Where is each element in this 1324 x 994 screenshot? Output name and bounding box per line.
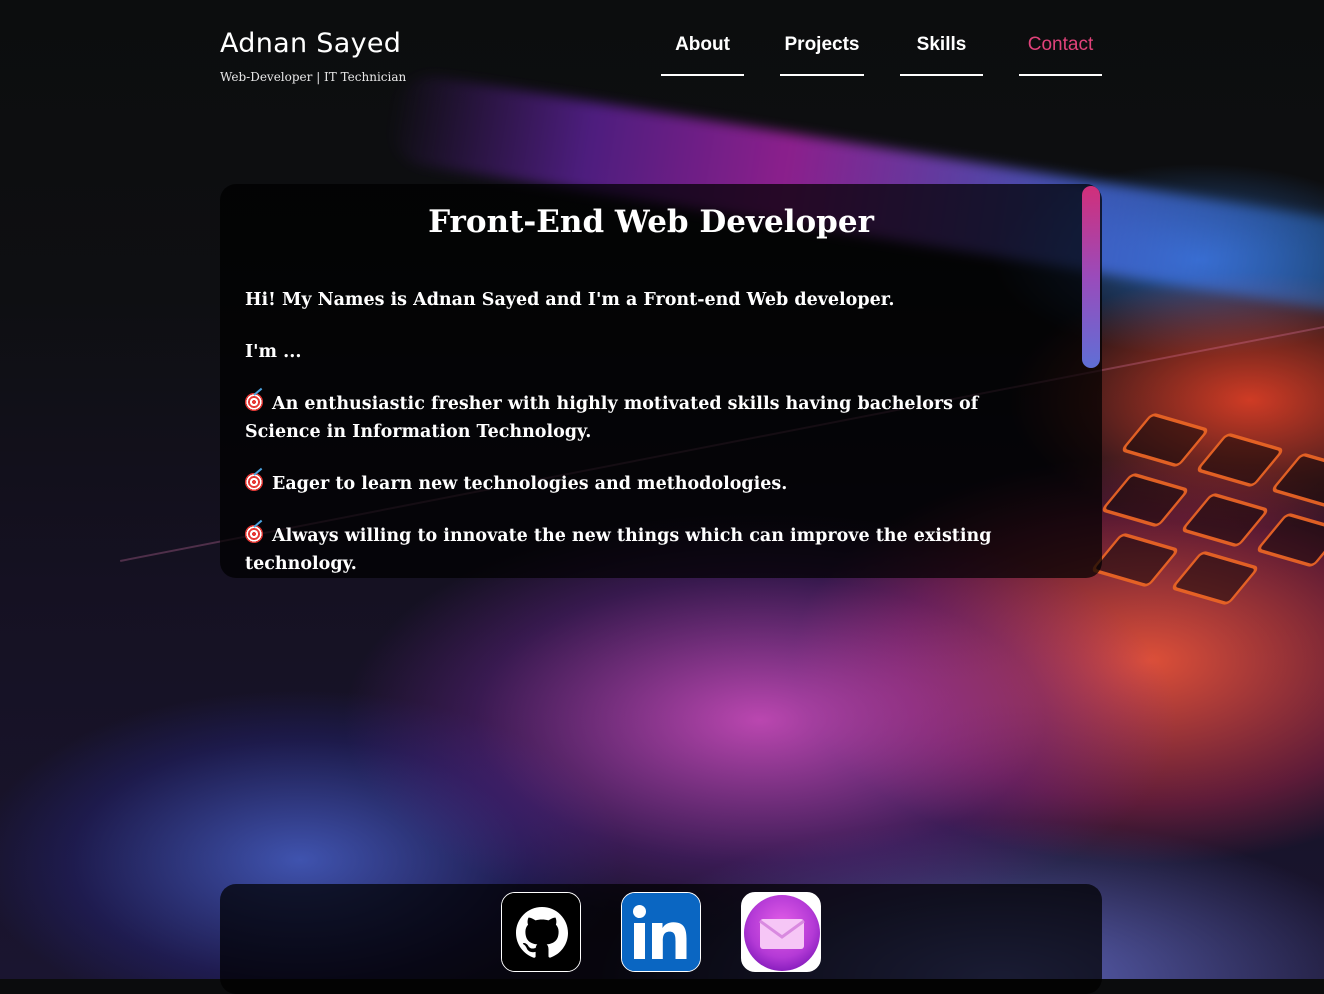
brand-tagline: Web-Developer | IT Technician [220, 70, 407, 84]
direct-hit-target-icon [245, 525, 263, 543]
panel-title: Front-End Web Developer [428, 204, 874, 240]
panel-body: Hi! My Names is Adnan Sayed and I'm a Fr… [245, 286, 1055, 578]
email-link[interactable] [741, 892, 821, 972]
nav-projects-link[interactable]: Projects [780, 32, 864, 76]
site-header: Adnan Sayed Web-Developer | IT Technicia… [220, 28, 1102, 88]
about-panel[interactable]: Front-End Web Developer Hi! My Names is … [220, 184, 1102, 578]
brand-name[interactable]: Adnan Sayed [220, 28, 401, 59]
nav-skills-link[interactable]: Skills [900, 32, 983, 76]
direct-hit-target-icon [245, 473, 263, 491]
bullet-text: An enthusiastic fresher with highly moti… [245, 394, 979, 442]
linkedin-icon [622, 893, 700, 971]
bullet-item: Eager to learn new technologies and meth… [245, 470, 1055, 498]
bullet-text: Always willing to innovate the new thing… [245, 526, 992, 574]
intro-text: Hi! My Names is Adnan Sayed and I'm a Fr… [245, 290, 895, 310]
nav-about-link[interactable]: About [661, 32, 744, 76]
github-link[interactable] [501, 892, 581, 972]
scrollbar-thumb[interactable] [1082, 186, 1100, 368]
bullet-item: An enthusiastic fresher with highly moti… [245, 390, 1055, 446]
linkedin-link[interactable] [621, 892, 701, 972]
bullet-item: Always willing to innovate the new thing… [245, 522, 1055, 578]
nav-contact-link[interactable]: Contact [1019, 32, 1102, 76]
bullet-text: Eager to learn new technologies and meth… [272, 474, 788, 494]
direct-hit-target-icon [245, 393, 263, 411]
main-nav: About Projects Skills Contact [661, 32, 1102, 76]
panel-scrollbar[interactable] [1082, 186, 1100, 368]
im-text: I'm ... [245, 342, 302, 362]
mail-icon [742, 893, 820, 971]
github-icon [502, 893, 580, 971]
